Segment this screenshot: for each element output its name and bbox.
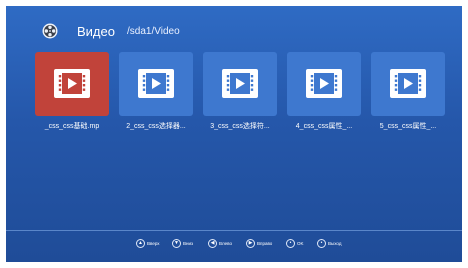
arrow-down-icon: ▼ xyxy=(172,239,181,248)
file-name-3: 3_css_css选择符... xyxy=(210,123,270,130)
video-file-icon xyxy=(390,69,426,98)
file-tile-5[interactable] xyxy=(371,52,445,116)
hint-label: Вниз xyxy=(183,241,194,246)
file-tile-4[interactable] xyxy=(287,52,361,116)
arrow-up-icon: ▲ xyxy=(136,239,145,248)
video-file-icon xyxy=(138,69,174,98)
hint-label: Вверх xyxy=(147,241,160,246)
file-tile-3[interactable] xyxy=(203,52,277,116)
arrow-right-icon: ▶ xyxy=(246,239,255,248)
file-name-4: 4_css_css属性_... xyxy=(295,123,353,130)
hint-label: Вправо xyxy=(257,241,273,246)
file-name-2: 2_css_css选择器... xyxy=(126,123,186,130)
exit-icon: • xyxy=(317,239,326,248)
arrow-left-icon: ◀ xyxy=(208,239,217,248)
remote-hints-bar: ▲ Вверх ▼ Вниз ◀ Влево ▶ Вправо • OK • В… xyxy=(6,232,462,262)
hint-label: Влево xyxy=(219,241,232,246)
video-file-icon xyxy=(306,69,342,98)
video-file-icon xyxy=(222,69,258,98)
video-browser-screen: Видео /sda1/Video _css_css基础.mp 2_css_cs… xyxy=(6,6,462,262)
footer-divider xyxy=(6,230,462,231)
hint-label: OK xyxy=(297,241,304,246)
file-tile-2[interactable] xyxy=(119,52,193,116)
hint-label: Выход xyxy=(328,241,342,246)
file-grid: _css_css基础.mp 2_css_css选择器... 3_css_css选… xyxy=(6,6,462,156)
video-file-icon xyxy=(54,69,90,98)
file-tile-1[interactable] xyxy=(35,52,109,116)
file-name-5: 5_css_css属性_... xyxy=(379,123,437,130)
ok-icon: • xyxy=(286,239,295,248)
file-name-1: _css_css基础.mp xyxy=(44,123,100,130)
